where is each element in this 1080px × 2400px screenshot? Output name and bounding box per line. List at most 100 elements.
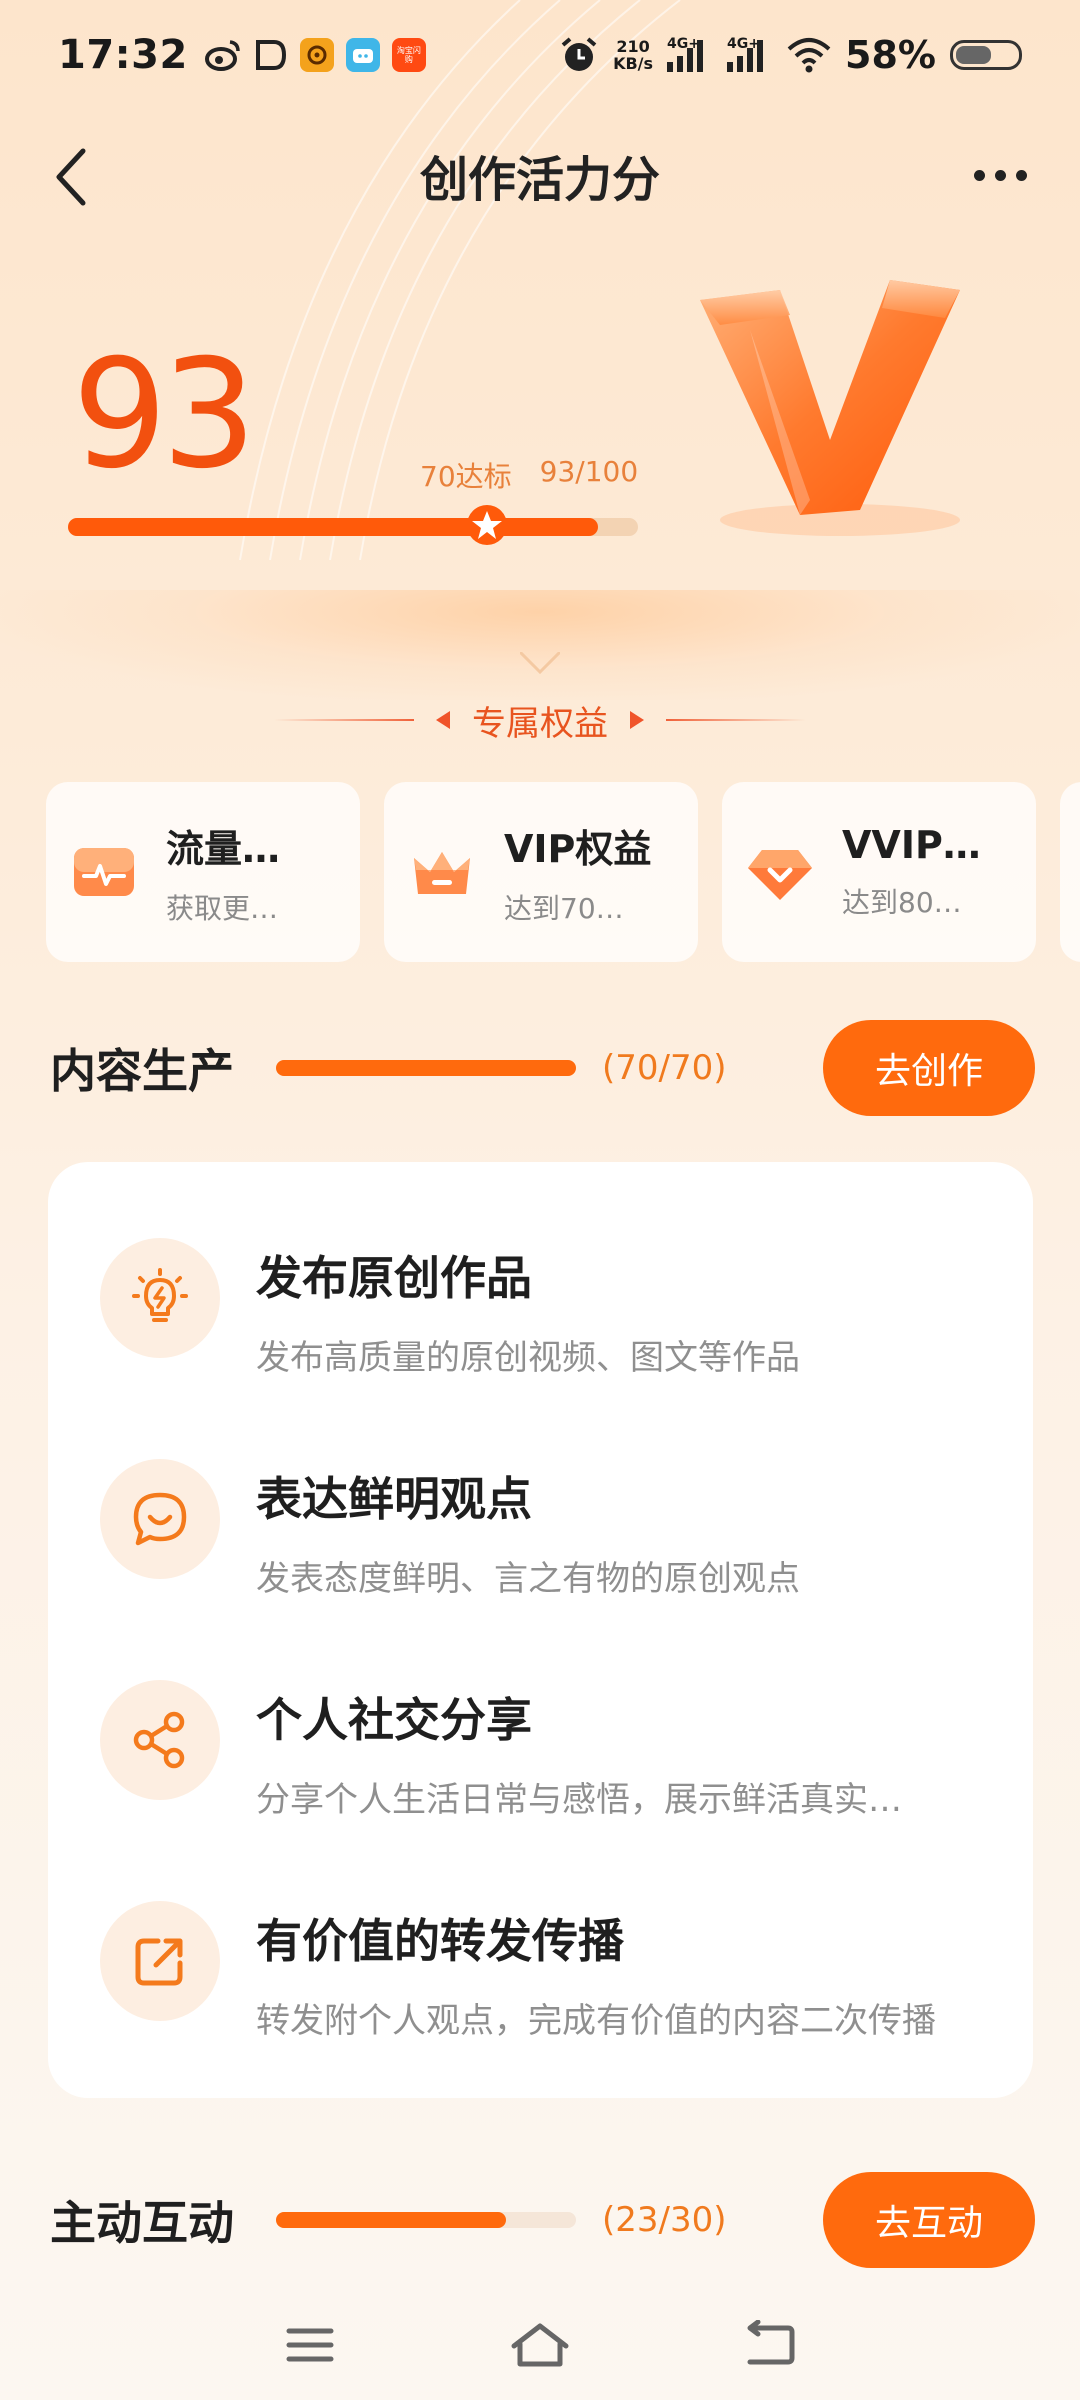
divider-line <box>666 719 806 721</box>
chevron-left-icon <box>56 148 86 206</box>
task-item[interactable]: 表达鲜明观点 发表态度鲜明、言之有物的原创观点 <box>100 1459 997 1680</box>
share-icon <box>133 1711 185 1769</box>
go-interact-button[interactable]: 去互动 <box>823 2172 1035 2268</box>
forward-icon <box>135 1938 183 1986</box>
glow-band <box>0 590 1080 700</box>
home-icon <box>511 2323 569 2367</box>
score-progress-fill <box>68 518 599 536</box>
nav-back-button[interactable] <box>730 2315 810 2375</box>
task-desc: 转发附个人观点，完成有价值的内容二次传播 <box>256 2001 936 2041</box>
page-title: 创作活力分 <box>419 152 660 208</box>
benefits-title: 专属权益 <box>472 703 608 744</box>
nav-menu-button[interactable] <box>270 2315 350 2375</box>
benefit-subtitle: 获取更… <box>166 891 279 925</box>
section-title: 内容生产 <box>50 1044 234 1098</box>
status-bar: 17:32 淘宝闪购 210 KB/s 4G+ 4G+ 58% <box>0 0 1080 110</box>
more-options-button[interactable] <box>960 150 1040 200</box>
benefits-header: 专属权益 <box>0 695 1080 745</box>
benefit-card-traffic[interactable]: 流量… 获取更… <box>46 782 360 962</box>
interaction-section-header: 主动互动 (23/30) 去互动 <box>50 2172 1035 2268</box>
task-title: 表达鲜明观点 <box>256 1472 532 1526</box>
task-title: 个人社交分享 <box>256 1693 532 1747</box>
task-text: 发布原创作品 发布高质量的原创视频、图文等作品 <box>256 1238 800 1379</box>
back-arrow-icon <box>747 2320 795 2365</box>
alarm-icon <box>561 37 597 71</box>
benefit-title: VIP权益 <box>504 826 652 871</box>
threshold-label: 70达标 <box>420 460 512 493</box>
net-speed-value: 210 <box>616 37 650 56</box>
task-item[interactable]: 发布原创作品 发布高质量的原创视频、图文等作品 <box>100 1238 997 1459</box>
traffic-icon <box>74 848 134 896</box>
crown-icon <box>414 852 470 894</box>
task-desc: 发表态度鲜明、言之有物的原创观点 <box>256 1559 800 1599</box>
benefit-text: VIP权益 达到70… <box>504 818 651 927</box>
vip-v-logo <box>700 280 960 536</box>
status-right: 210 KB/s 4G+ 4G+ 58% <box>559 33 1022 77</box>
benefit-card-vip[interactable]: VIP权益 达到70… <box>384 782 698 962</box>
signal-bars-icon <box>667 40 704 72</box>
task-desc: 发布高质量的原创视频、图文等作品 <box>256 1338 800 1378</box>
task-title: 发布原创作品 <box>256 1251 532 1305</box>
task-item[interactable]: 有价值的转发传播 转发附个人观点，完成有价值的内容二次传播 <box>100 1901 997 2122</box>
section-count: (70/70) <box>602 1048 727 1088</box>
task-icon-wrap <box>100 1459 220 1579</box>
score-meta: 70达标 93/100 <box>420 455 638 495</box>
battery-icon <box>950 40 1022 70</box>
section-title: 主动互动 <box>50 2196 234 2250</box>
arrow-left-icon <box>436 711 450 729</box>
task-desc: 分享个人生活日常与感悟，展示鲜活真实… <box>256 1780 902 1820</box>
section-count: (23/30) <box>602 2200 727 2240</box>
task-icon-wrap <box>100 1901 220 2021</box>
benefit-card-vvip[interactable]: VVIP… 达到80… <box>722 782 1036 962</box>
content-task-card: 发布原创作品 发布高质量的原创视频、图文等作品 表达鲜明观点 发表态度鲜明、言之… <box>48 1162 1033 2098</box>
progress-label: 93/100 <box>539 455 639 488</box>
more-dot-icon <box>994 169 1006 181</box>
benefit-subtitle: 达到80… <box>842 886 962 919</box>
app-badge-text: 淘宝闪购 <box>396 46 421 64</box>
arrow-right-icon <box>630 711 644 729</box>
page: 17:32 淘宝闪购 210 KB/s 4G+ 4G+ 58% 创作活力分 93… <box>0 0 1080 2400</box>
menu-icon <box>286 2328 334 2362</box>
speech-bubble-icon <box>133 1492 187 1546</box>
network-speed: 210 KB/s <box>613 38 653 72</box>
battery-percent: 58% <box>845 33 936 77</box>
more-dot-icon <box>973 169 985 181</box>
benefit-text: VVIP… 达到80… <box>842 823 981 921</box>
go-create-button[interactable]: 去创作 <box>823 1020 1035 1116</box>
back-button[interactable] <box>36 142 106 212</box>
status-time: 17:32 <box>58 32 188 78</box>
task-text: 表达鲜明观点 发表态度鲜明、言之有物的原创观点 <box>256 1459 800 1600</box>
benefit-text: 流量… 获取更… <box>166 818 280 927</box>
task-item[interactable]: 个人社交分享 分享个人生活日常与感悟，展示鲜活真实… <box>100 1680 997 1901</box>
benefits-list: 流量… 获取更… VIP权益 达到70… VVIP… 达到80… <box>46 782 1080 962</box>
section-progress-fill <box>276 2212 506 2228</box>
battery-fill <box>956 46 991 64</box>
signal-bars-icon <box>727 40 764 72</box>
benefit-title: VVIP… <box>842 823 981 867</box>
notification-icons: 淘宝闪购 <box>204 38 426 72</box>
diamond-icon <box>748 850 812 900</box>
lightbulb-icon <box>132 1268 188 1322</box>
benefit-subtitle: 达到70… <box>504 891 624 925</box>
section-progress-track <box>276 1060 576 1076</box>
header: 创作活力分 <box>0 120 1080 230</box>
net-speed-unit: KB/s <box>613 54 654 73</box>
more-dot-icon <box>1015 169 1027 181</box>
score-value: 93 <box>72 328 257 502</box>
task-icon-wrap <box>100 1238 220 1358</box>
bilibili-icon <box>345 38 380 72</box>
task-text: 有价值的转发传播 转发附个人观点，完成有价值的内容二次传播 <box>256 1901 936 2042</box>
divider-line <box>274 719 414 721</box>
nav-home-button[interactable] <box>500 2315 580 2375</box>
task-text: 个人社交分享 分享个人生活日常与感悟，展示鲜活真实… <box>256 1680 902 1821</box>
d-app-icon <box>255 40 286 70</box>
benefit-title: 流量… <box>166 826 281 871</box>
score-progress-track <box>68 518 638 536</box>
notch-indicator <box>520 652 560 674</box>
section-progress-fill <box>276 1060 576 1076</box>
benefit-card-partial[interactable] <box>1060 782 1080 962</box>
section-progress-track <box>276 2212 576 2228</box>
threshold-star-icon <box>467 505 507 545</box>
weibo-icon <box>204 40 240 71</box>
signal-1: 4G+ <box>667 36 713 74</box>
